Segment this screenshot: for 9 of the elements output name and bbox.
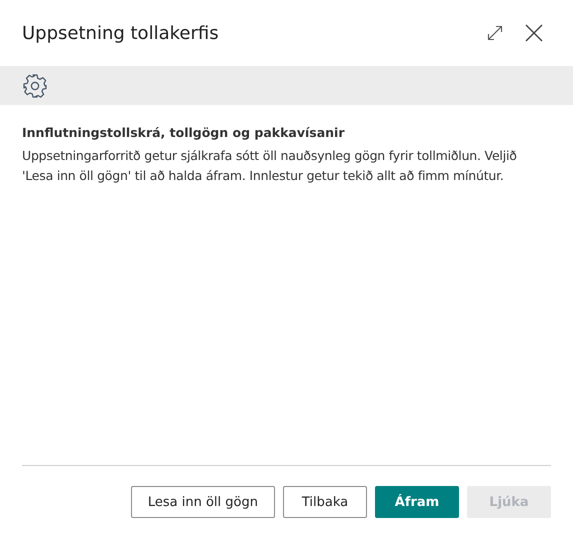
- section-heading: Innflutningstollskrá, tollgögn og pakkavísanir: [22, 125, 346, 140]
- action-button[interactable]: Lesa inn öll gögn: [130, 486, 275, 518]
- close-icon[interactable]: [525, 24, 543, 42]
- description-text: Uppsetningarforritð getur sjálkrafa sótt öll nauðsynleg gögn fyrir tollmiðlun. Veljið 'Lesa inn öll gögn' til að halda áfram. Innlestur getur tekið allt að fimm mínútur.: [22, 147, 518, 185]
- next-button[interactable]: Áfram: [375, 486, 459, 518]
- gear-icon: [22, 72, 48, 98]
- dialog-title: Uppsetning tollakerfis: [22, 22, 219, 44]
- action-button[interactable]: Tilbaka: [283, 486, 367, 518]
- expand-icon[interactable]: [487, 25, 503, 41]
